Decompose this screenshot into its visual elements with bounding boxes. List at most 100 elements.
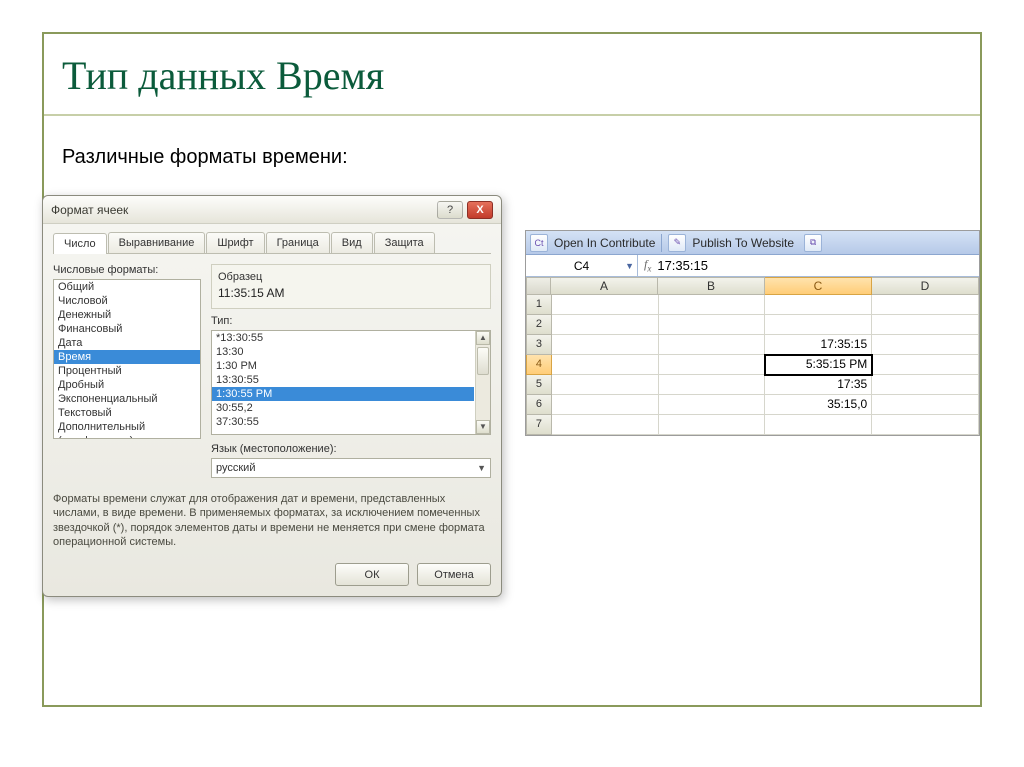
type-label: Тип: <box>211 315 491 327</box>
grid-cell[interactable] <box>552 355 659 375</box>
grid-cell[interactable]: 35:15,0 <box>765 395 872 415</box>
row-header[interactable]: 5 <box>526 375 552 395</box>
grid-cell[interactable] <box>552 395 659 415</box>
grid-cell[interactable] <box>659 395 766 415</box>
type-format-item[interactable]: *13:30:55 <box>212 331 474 345</box>
locale-value: русский <box>216 462 255 474</box>
format-category-item[interactable]: Финансовый <box>54 322 200 336</box>
format-category-item[interactable]: Экспоненциальный <box>54 392 200 406</box>
select-all-corner[interactable] <box>526 277 551 295</box>
dialog-title: Формат ячеек <box>51 203 433 217</box>
grid-cell[interactable]: 17:35 <box>765 375 872 395</box>
column-header[interactable]: A <box>551 277 658 295</box>
format-category-item[interactable]: Дата <box>54 336 200 350</box>
type-format-item[interactable]: 1:30 PM <box>212 359 474 373</box>
grid-cell[interactable] <box>552 375 659 395</box>
chevron-down-icon[interactable]: ▼ <box>625 261 634 271</box>
locale-label: Язык (местоположение): <box>211 443 491 455</box>
row-header[interactable]: 7 <box>526 415 552 435</box>
type-format-item[interactable]: 1:30:55 PM <box>212 387 474 401</box>
dialog-titlebar[interactable]: Формат ячеек ? X <box>43 196 501 224</box>
row-header[interactable]: 4 <box>526 355 552 375</box>
sample-value: 11:35:15 AM <box>218 286 484 300</box>
type-format-item[interactable]: 37:30:55 <box>212 415 474 429</box>
grid-cell[interactable] <box>552 415 659 435</box>
row-header[interactable]: 6 <box>526 395 552 415</box>
tab-protection[interactable]: Защита <box>374 232 435 253</box>
format-cells-dialog: Формат ячеек ? X Число Выравнивание Шриф… <box>42 195 502 597</box>
type-format-item[interactable]: 30:55,2 <box>212 401 474 415</box>
tab-number[interactable]: Число <box>53 233 107 254</box>
close-button[interactable]: X <box>467 201 493 219</box>
contribute-toolbar: Ct Open In Contribute ✎ Publish To Websi… <box>526 231 979 255</box>
cancel-button[interactable]: Отмена <box>417 563 491 586</box>
tab-font[interactable]: Шрифт <box>206 232 264 253</box>
fx-icon[interactable]: fx <box>638 257 657 273</box>
publish-icon[interactable]: ✎ <box>668 234 686 252</box>
grid-cell[interactable] <box>872 295 979 315</box>
scroll-up-icon[interactable]: ▲ <box>476 331 490 345</box>
format-category-item[interactable]: Время <box>54 350 200 364</box>
grid-cell[interactable] <box>765 295 872 315</box>
type-listbox[interactable]: *13:30:5513:301:30 PM13:30:551:30:55 PM3… <box>211 330 491 435</box>
locale-combobox[interactable]: русский ▼ <box>211 458 491 478</box>
column-header[interactable]: D <box>872 277 979 295</box>
tab-fill[interactable]: Вид <box>331 232 373 253</box>
ok-button[interactable]: ОК <box>335 563 409 586</box>
format-category-item[interactable]: Числовой <box>54 294 200 308</box>
scrollbar[interactable]: ▲ ▼ <box>475 331 490 434</box>
column-header[interactable]: B <box>658 277 765 295</box>
grid-cell[interactable] <box>872 415 979 435</box>
spreadsheet-grid[interactable]: ABCD 123 17:35:15 4 5:35:15 PM 5 17:35 6 35:15,… <box>526 277 979 435</box>
format-category-item[interactable]: (все форматы) <box>54 434 200 439</box>
type-format-item[interactable]: 13:30 <box>212 345 474 359</box>
format-category-item[interactable]: Дробный <box>54 378 200 392</box>
name-box[interactable]: C4 ▼ <box>526 255 638 276</box>
grid-cell[interactable] <box>872 335 979 355</box>
scroll-thumb[interactable] <box>477 347 489 375</box>
open-in-contribute-button[interactable]: Open In Contribute <box>554 236 655 250</box>
formats-listbox[interactable]: ОбщийЧисловойДенежныйФинансовыйДатаВремя… <box>53 279 201 439</box>
scroll-down-icon[interactable]: ▼ <box>476 420 490 434</box>
grid-cell[interactable] <box>872 395 979 415</box>
name-box-value: C4 <box>574 259 589 273</box>
grid-cell[interactable] <box>659 315 766 335</box>
grid-cell[interactable]: 17:35:15 <box>765 335 872 355</box>
grid-cell[interactable] <box>765 415 872 435</box>
column-header[interactable]: C <box>765 277 872 295</box>
grid-cell[interactable] <box>659 355 766 375</box>
grid-cell[interactable] <box>659 415 766 435</box>
format-description: Форматы времени служат для отображения д… <box>53 492 491 549</box>
excel-snippet: Ct Open In Contribute ✎ Publish To Websi… <box>525 230 980 436</box>
chevron-down-icon: ▼ <box>477 463 486 473</box>
publish-to-website-button[interactable]: Publish To Website <box>692 236 794 250</box>
format-category-item[interactable]: Дополнительный <box>54 420 200 434</box>
grid-cell[interactable] <box>659 335 766 355</box>
tab-alignment[interactable]: Выравнивание <box>108 232 206 253</box>
format-category-item[interactable]: Общий <box>54 280 200 294</box>
contribute-ct-icon[interactable]: Ct <box>530 234 548 252</box>
formula-bar: C4 ▼ fx 17:35:15 <box>526 255 979 277</box>
grid-cell[interactable] <box>872 315 979 335</box>
grid-cell[interactable] <box>872 355 979 375</box>
grid-cell[interactable] <box>659 375 766 395</box>
format-category-item[interactable]: Текстовый <box>54 406 200 420</box>
format-category-item[interactable]: Процентный <box>54 364 200 378</box>
grid-cell[interactable] <box>872 375 979 395</box>
sample-box: Образец 11:35:15 AM <box>211 264 491 309</box>
grid-cell[interactable] <box>765 315 872 335</box>
toolbar-extra-icon[interactable]: ⧉ <box>804 234 822 252</box>
format-category-item[interactable]: Денежный <box>54 308 200 322</box>
tab-border[interactable]: Граница <box>266 232 330 253</box>
row-header[interactable]: 1 <box>526 295 552 315</box>
type-format-item[interactable]: 13:30:55 <box>212 373 474 387</box>
grid-cell[interactable]: 5:35:15 PM <box>765 355 872 375</box>
help-button[interactable]: ? <box>437 201 463 219</box>
grid-cell[interactable] <box>552 315 659 335</box>
row-header[interactable]: 2 <box>526 315 552 335</box>
row-header[interactable]: 3 <box>526 335 552 355</box>
formula-value[interactable]: 17:35:15 <box>657 258 708 273</box>
grid-cell[interactable] <box>659 295 766 315</box>
grid-cell[interactable] <box>552 335 659 355</box>
grid-cell[interactable] <box>552 295 659 315</box>
